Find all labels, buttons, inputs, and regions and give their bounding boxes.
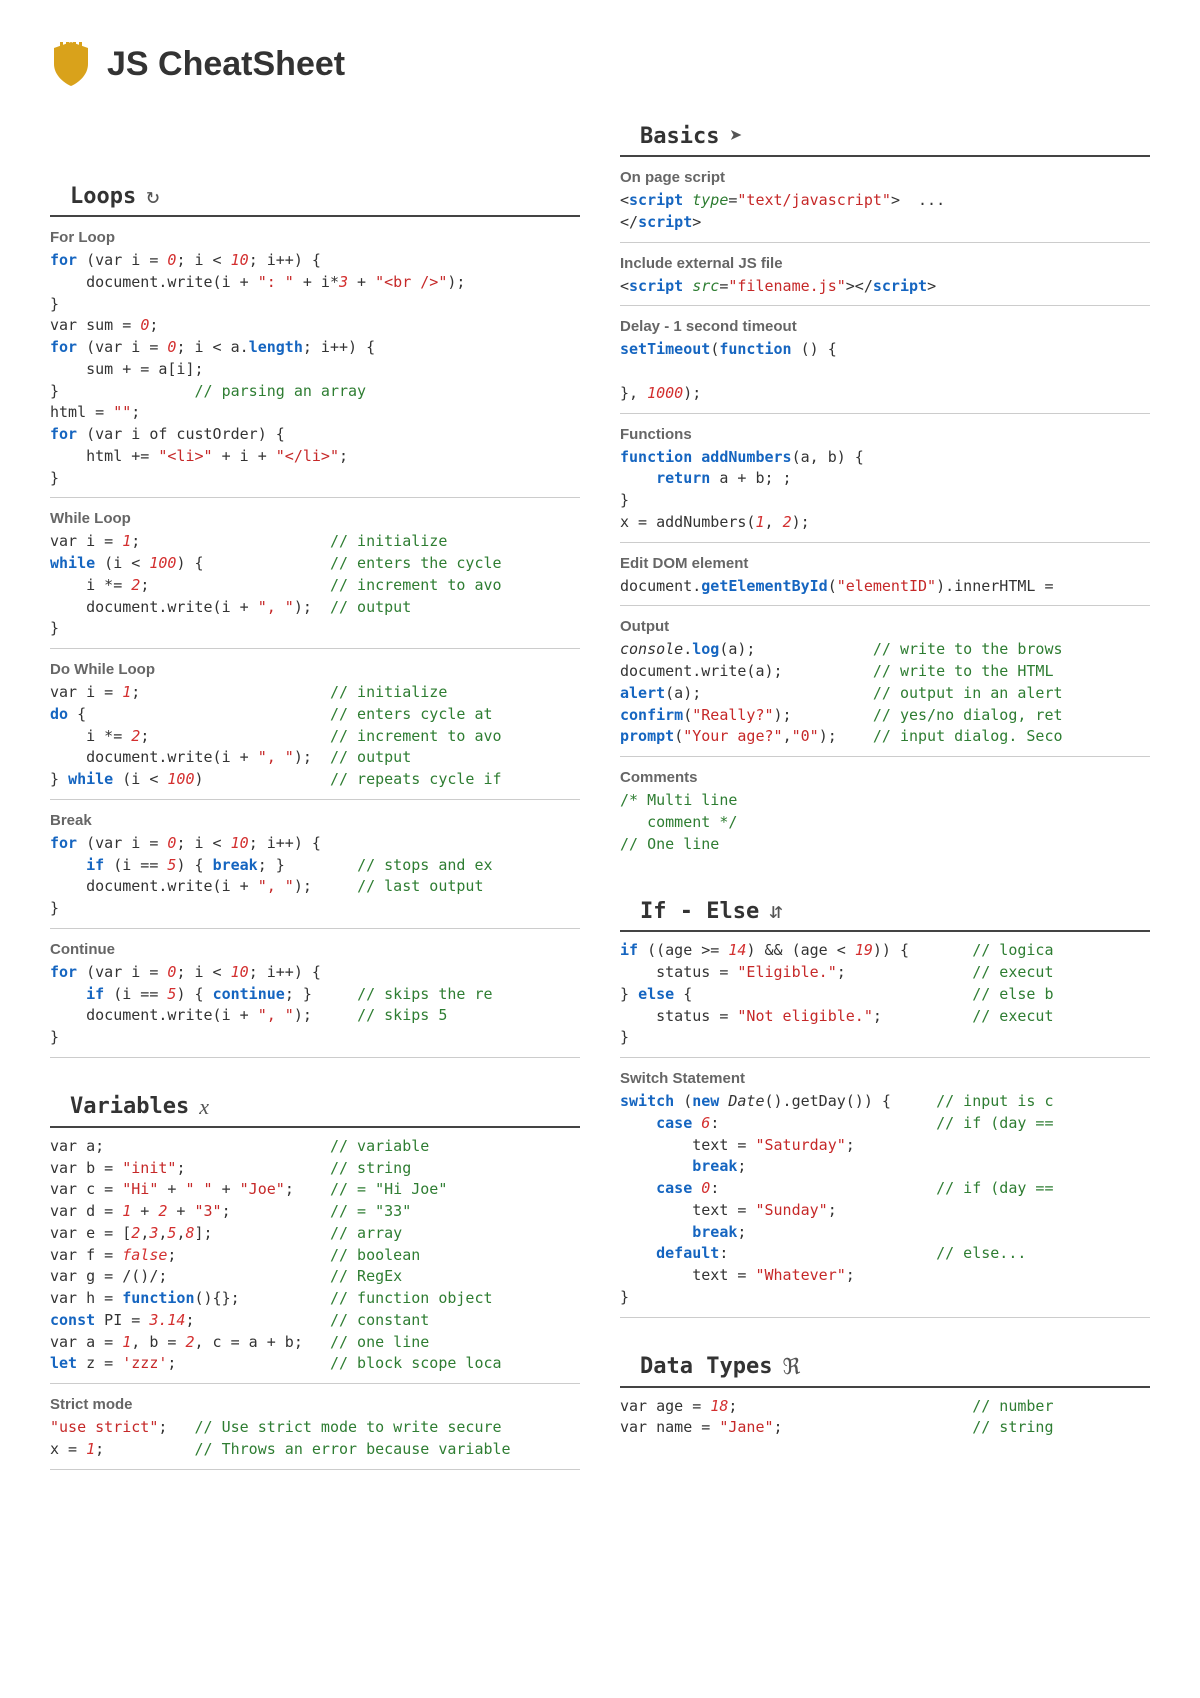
- block-do-while-loop: Do While Loop var i = 1; // initialize d…: [50, 649, 580, 800]
- block-label: Switch Statement: [620, 1066, 1150, 1091]
- block-label: Output: [620, 614, 1150, 639]
- block-label: For Loop: [50, 225, 580, 250]
- section-title-text: Data Types: [640, 1354, 772, 1379]
- section-title-text: If - Else: [640, 899, 759, 924]
- block-continue: Continue for (var i = 0; i < 10; i++) { …: [50, 929, 580, 1058]
- block-label: Comments: [620, 765, 1150, 790]
- page-title: JS CheatSheet: [107, 45, 345, 84]
- block-label: Include external JS file: [620, 251, 1150, 276]
- block-while-loop: While Loop var i = 1; // initialize whil…: [50, 498, 580, 649]
- real-icon: ℜ: [782, 1354, 800, 1380]
- block-output: Output console.log(a); // write to the b…: [620, 606, 1150, 757]
- block-delay: Delay - 1 second timeout setTimeout(func…: [620, 306, 1150, 413]
- section-loops-title: Loops ↻: [50, 178, 580, 217]
- block-switch: Switch Statement switch (new Date().getD…: [620, 1058, 1150, 1318]
- block-label: Functions: [620, 422, 1150, 447]
- block-label: Edit DOM element: [620, 551, 1150, 576]
- block-label: While Loop: [50, 506, 580, 531]
- left-column: Loops ↻ For Loop for (var i = 0; i < 10;…: [50, 118, 580, 1470]
- code-snippet: function addNumbers(a, b) { return a + b…: [620, 447, 1150, 534]
- block-for-loop: For Loop for (var i = 0; i < 10; i++) { …: [50, 217, 580, 498]
- block-label: Delay - 1 second timeout: [620, 314, 1150, 339]
- code-snippet: var i = 1; // initialize while (i < 100)…: [50, 531, 580, 640]
- code-snippet: <script type="text/javascript"> ... </sc…: [620, 190, 1150, 234]
- block-ifelse: if ((age >= 14) && (age < 19)) { // logi…: [620, 932, 1150, 1058]
- block-label: On page script: [620, 165, 1150, 190]
- loop-icon: ↻: [146, 184, 159, 209]
- code-snippet: for (var i = 0; i < 10; i++) { if (i == …: [50, 962, 580, 1049]
- block-label: Do While Loop: [50, 657, 580, 682]
- variable-icon: x: [199, 1094, 209, 1120]
- block-variables: var a; // variable var b = "init"; // st…: [50, 1128, 580, 1384]
- block-onpage-script: On page script <script type="text/javasc…: [620, 157, 1150, 243]
- code-snippet: var a; // variable var b = "init"; // st…: [50, 1136, 580, 1375]
- branch-icon: ⇵: [769, 899, 782, 924]
- code-snippet: if ((age >= 14) && (age < 19)) { // logi…: [620, 940, 1150, 1049]
- section-datatypes-title: Data Types ℜ: [620, 1348, 1150, 1388]
- block-label: Strict mode: [50, 1392, 580, 1417]
- code-snippet: "use strict"; // Use strict mode to writ…: [50, 1417, 580, 1461]
- section-basics-title: Basics ➤: [620, 118, 1150, 157]
- code-snippet: var age = 18; // number var name = "Jane…: [620, 1396, 1150, 1440]
- block-comments: Comments /* Multi line comment */ // One…: [620, 757, 1150, 863]
- code-snippet: switch (new Date().getDay()) { // input …: [620, 1091, 1150, 1309]
- right-column: Basics ➤ On page script <script type="te…: [620, 118, 1150, 1470]
- code-snippet: for (var i = 0; i < 10; i++) { if (i == …: [50, 833, 580, 920]
- block-datatypes: var age = 18; // number var name = "Jane…: [620, 1388, 1150, 1448]
- page-header: JS CheatSheet: [50, 40, 1150, 88]
- block-label: Break: [50, 808, 580, 833]
- block-functions: Functions function addNumbers(a, b) { re…: [620, 414, 1150, 543]
- code-snippet: for (var i = 0; i < 10; i++) { document.…: [50, 250, 580, 489]
- code-snippet: document.getElementById("elementID").inn…: [620, 576, 1150, 598]
- section-title-text: Loops: [70, 184, 136, 209]
- block-edit-dom: Edit DOM element document.getElementById…: [620, 543, 1150, 607]
- section-title-text: Variables: [70, 1094, 189, 1119]
- play-icon: ➤: [729, 124, 742, 149]
- block-break: Break for (var i = 0; i < 10; i++) { if …: [50, 800, 580, 929]
- block-strict-mode: Strict mode "use strict"; // Use strict …: [50, 1384, 580, 1470]
- section-title-text: Basics: [640, 124, 719, 149]
- code-snippet: setTimeout(function () { }, 1000);: [620, 339, 1150, 404]
- code-snippet: var i = 1; // initialize do { // enters …: [50, 682, 580, 791]
- code-snippet: <script src="filename.js"></script>: [620, 276, 1150, 298]
- shield-icon: [50, 40, 92, 88]
- section-ifelse-title: If - Else ⇵: [620, 893, 1150, 932]
- section-variables-title: Variables x: [50, 1088, 580, 1128]
- block-label: Continue: [50, 937, 580, 962]
- block-external-js: Include external JS file <script src="fi…: [620, 243, 1150, 307]
- code-snippet: /* Multi line comment */ // One line: [620, 790, 1150, 855]
- code-snippet: console.log(a); // write to the brows do…: [620, 639, 1150, 748]
